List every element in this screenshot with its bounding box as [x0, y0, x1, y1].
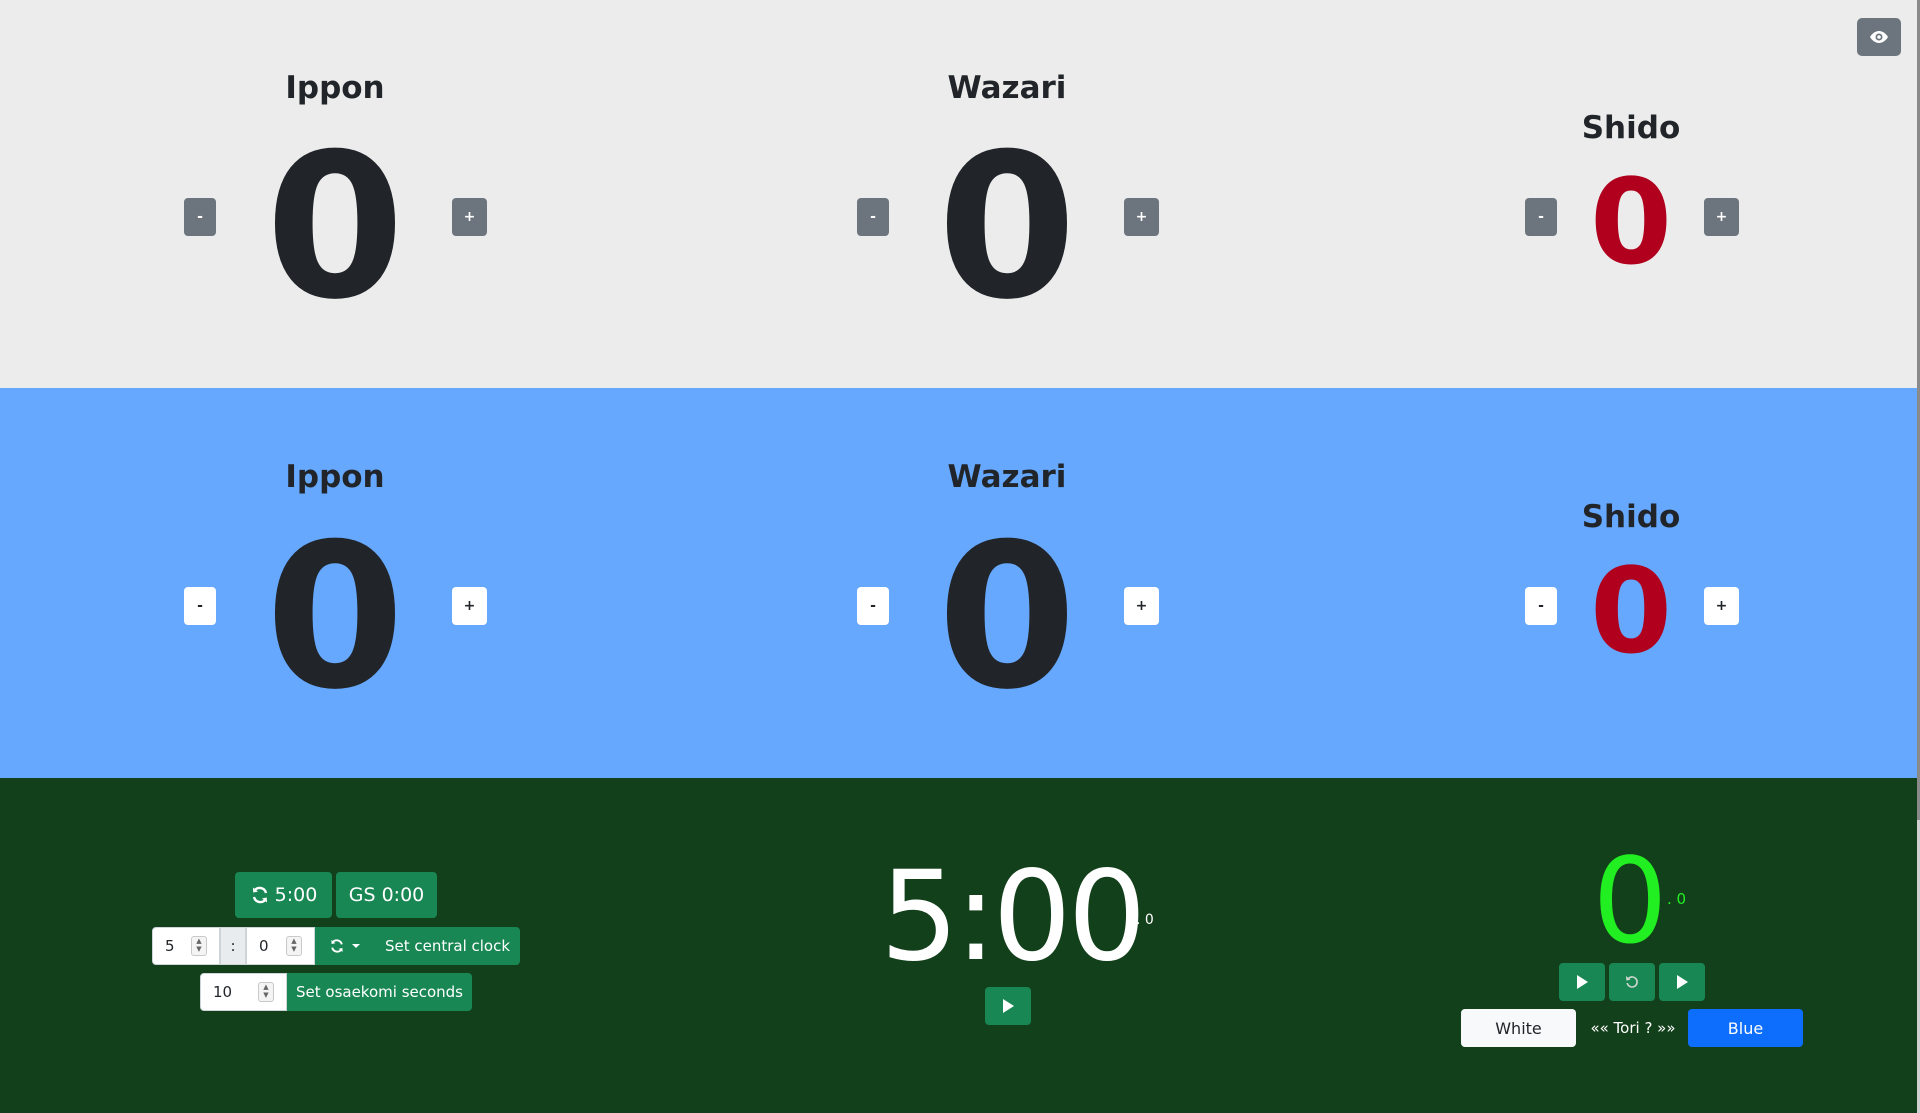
toggle-view-button[interactable]	[1857, 18, 1901, 56]
seconds-spinner[interactable]: ▲ ▼	[286, 936, 302, 956]
undo-icon	[1626, 976, 1638, 988]
blue-score-panel: Ippon 0 - + Wazari 0 - + Shido 0 - +	[0, 388, 1920, 778]
white-wazari-plus-button[interactable]: +	[1124, 198, 1159, 236]
central-clock: 5:00	[880, 845, 1146, 989]
reset-time-label: 5:00	[274, 884, 318, 906]
tori-white-button[interactable]: White	[1461, 1009, 1576, 1047]
blue-shido-plus-button[interactable]: +	[1704, 587, 1739, 625]
seconds-value: 0	[259, 937, 269, 955]
white-ippon-title: Ippon	[285, 70, 385, 106]
osaekomi-reset-button[interactable]	[1609, 963, 1655, 1001]
seconds-input[interactable]: 0 ▲ ▼	[246, 927, 315, 965]
blue-ippon-plus-button[interactable]: +	[452, 587, 487, 625]
clock-play-button[interactable]	[985, 987, 1031, 1025]
eye-icon	[1870, 31, 1888, 43]
refresh-icon	[252, 886, 267, 904]
osaekomi-tenths: . 0	[1667, 890, 1687, 908]
play-icon	[1003, 999, 1014, 1013]
osaekomi-seconds-spinner[interactable]: ▲ ▼	[258, 982, 274, 1002]
blue-wazari-title: Wazari	[947, 459, 1067, 495]
blue-shido-value: 0	[1589, 542, 1673, 680]
minutes-spinner[interactable]: ▲ ▼	[191, 936, 207, 956]
white-shido-minus-button[interactable]: -	[1525, 198, 1557, 236]
blue-ippon-title: Ippon	[285, 459, 385, 495]
set-central-clock-button[interactable]: Set central clock	[375, 927, 520, 965]
central-clock-tenths: . 0	[1136, 912, 1154, 928]
white-score-panel: Ippon 0 - + Wazari 0 - + Shido 0 - +	[0, 0, 1920, 388]
minutes-value: 5	[165, 937, 175, 955]
tori-blue-button[interactable]: Blue	[1688, 1009, 1803, 1047]
minutes-input[interactable]: 5 ▲ ▼	[152, 927, 220, 965]
clock-preset-dropdown[interactable]	[315, 927, 375, 965]
osaekomi-seconds-value: 10	[213, 983, 233, 1001]
caret-down-icon	[352, 944, 360, 948]
osaekomi-play-white-button[interactable]	[1559, 963, 1605, 1001]
white-wazari-minus-button[interactable]: -	[857, 198, 889, 236]
play-icon	[1677, 975, 1688, 989]
time-colon: :	[220, 927, 246, 965]
blue-ippon-minus-button[interactable]: -	[184, 587, 216, 625]
golden-score-button[interactable]: GS 0:00	[336, 872, 437, 918]
reset-time-button[interactable]: 5:00	[235, 872, 332, 918]
tori-label: «« Tori ? »»	[1590, 1019, 1676, 1037]
white-ippon-plus-button[interactable]: +	[452, 198, 487, 236]
white-ippon-minus-button[interactable]: -	[184, 198, 216, 236]
osaekomi-play-blue-button[interactable]	[1659, 963, 1705, 1001]
white-shido-value: 0	[1589, 153, 1673, 291]
play-icon	[1577, 975, 1588, 989]
white-shido-title: Shido	[1581, 110, 1681, 146]
white-shido-plus-button[interactable]: +	[1704, 198, 1739, 236]
blue-wazari-plus-button[interactable]: +	[1124, 587, 1159, 625]
blue-wazari-minus-button[interactable]: -	[857, 587, 889, 625]
blue-shido-minus-button[interactable]: -	[1525, 587, 1557, 625]
blue-shido-title: Shido	[1581, 499, 1681, 535]
set-osaekomi-seconds-button[interactable]: Set osaekomi seconds	[287, 973, 472, 1011]
osaekomi-seconds-input[interactable]: 10 ▲ ▼	[200, 973, 287, 1011]
refresh-icon	[331, 939, 343, 953]
white-wazari-title: Wazari	[947, 70, 1067, 106]
